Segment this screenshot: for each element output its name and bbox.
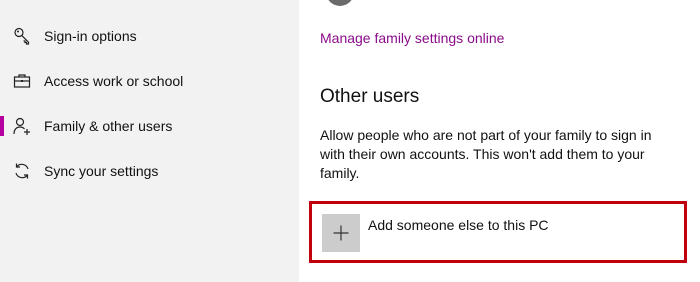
sidebar: Sign-in options Access work or school Fa…: [0, 0, 299, 282]
sidebar-item-label: Access work or school: [44, 73, 184, 89]
selected-indicator: [0, 116, 4, 136]
add-someone-else-label: Add someone else to this PC: [368, 217, 549, 233]
briefcase-icon: [12, 71, 32, 91]
other-users-description: Allow people who are not part of your fa…: [320, 127, 652, 181]
sync-icon: [12, 161, 32, 181]
plus-icon: [333, 225, 349, 241]
plus-tile: [322, 214, 360, 252]
avatar: [326, 0, 354, 6]
sidebar-item-access-work-or-school[interactable]: Access work or school: [0, 61, 299, 101]
sidebar-item-label: Sync your settings: [44, 163, 159, 179]
person-add-icon: [12, 116, 32, 136]
key-icon: [12, 26, 32, 46]
other-users-heading: Other users: [320, 86, 420, 107]
sidebar-item-sign-in-options[interactable]: Sign-in options: [0, 16, 299, 56]
sidebar-item-family-and-other-users[interactable]: Family & other users: [0, 106, 299, 146]
sidebar-item-sync-your-settings[interactable]: Sync your settings: [0, 151, 299, 191]
manage-family-settings-link[interactable]: Manage family settings online: [320, 28, 504, 48]
sidebar-item-label: Sign-in options: [44, 28, 137, 44]
sidebar-item-label: Family & other users: [44, 118, 173, 134]
add-someone-else-button[interactable]: Add someone else to this PC: [309, 201, 687, 263]
